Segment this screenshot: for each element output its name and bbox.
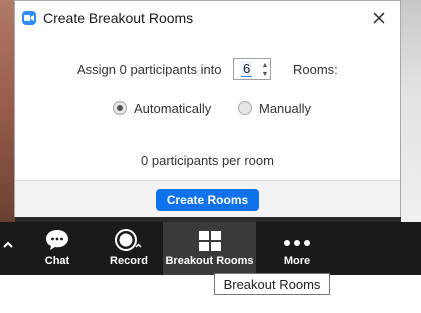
create-rooms-button[interactable]: Create Rooms xyxy=(156,189,259,211)
radio-automatically[interactable]: Automatically xyxy=(113,98,211,118)
radio-automatically-label: Automatically xyxy=(134,100,212,116)
more-dots-icon xyxy=(283,222,311,252)
meeting-toolbar: Chat Record Breakout Rooms More xyxy=(0,222,421,275)
room-count-stepper[interactable]: 6 ▲ ▼ xyxy=(233,58,271,80)
zoom-app-icon xyxy=(22,11,36,25)
record-icon xyxy=(114,222,144,252)
toolbar-chat-label: Chat xyxy=(44,255,70,267)
dialog-title: Create Breakout Rooms xyxy=(43,10,194,26)
decrement-arrow-icon[interactable]: ▼ xyxy=(260,69,270,79)
toolbar-breakout-rooms[interactable]: Breakout Rooms xyxy=(163,222,256,275)
toolbar-chat[interactable]: Chat xyxy=(34,222,80,275)
chat-bubble-icon xyxy=(44,222,70,252)
radio-manually[interactable]: Manually xyxy=(238,98,311,118)
toolbar-more[interactable]: More xyxy=(277,222,317,275)
close-icon xyxy=(373,12,385,24)
chevron-up-icon[interactable] xyxy=(2,236,14,252)
close-button[interactable] xyxy=(366,7,392,29)
toolbar-breakout-rooms-label: Breakout Rooms xyxy=(165,255,254,267)
participant-video xyxy=(0,0,15,222)
toolbar-record-label: Record xyxy=(110,255,148,267)
assign-label: Assign 0 participants into xyxy=(77,62,222,77)
toolbar-more-label: More xyxy=(283,255,311,267)
dialog-footer: Create Rooms xyxy=(15,180,400,217)
room-count-value[interactable]: 6 xyxy=(241,61,253,77)
radio-unselected-icon[interactable] xyxy=(238,101,252,115)
rooms-label: Rooms: xyxy=(293,62,338,77)
breakout-rooms-icon xyxy=(198,222,222,252)
dialog-titlebar: Create Breakout Rooms xyxy=(15,1,400,35)
radio-selected-icon[interactable] xyxy=(113,101,127,115)
toolbar-record[interactable]: Record xyxy=(104,222,154,275)
create-breakout-rooms-dialog: Create Breakout Rooms Assign 0 participa… xyxy=(14,0,401,217)
radio-manually-label: Manually xyxy=(259,100,312,116)
tooltip: Breakout Rooms xyxy=(214,273,330,295)
participants-per-room-text: 0 participants per room xyxy=(141,153,274,168)
video-edge xyxy=(401,0,421,222)
assign-row: Assign 0 participants into 6 ▲ ▼ Rooms: xyxy=(15,58,400,82)
